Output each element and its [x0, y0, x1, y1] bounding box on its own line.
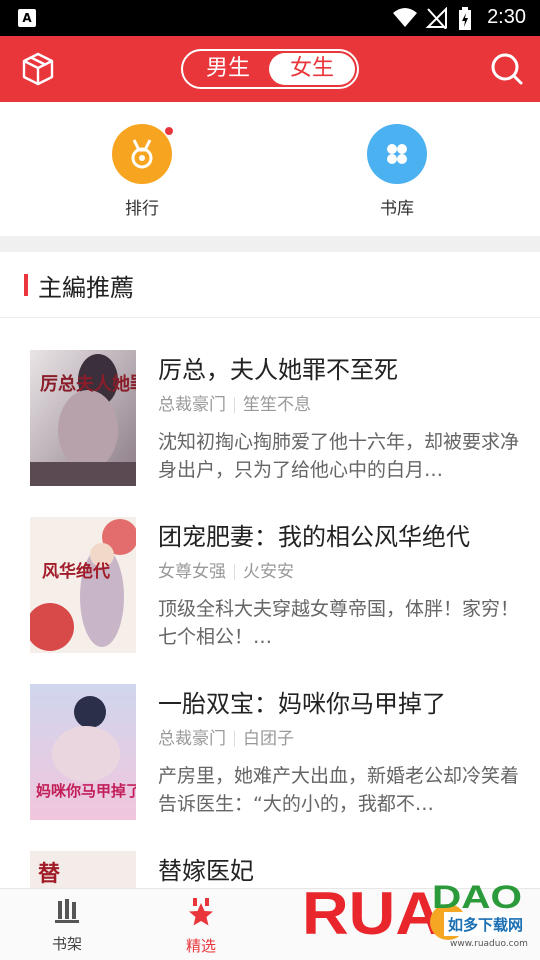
book-meta: 总裁豪门 白团子: [158, 724, 294, 749]
featured-star-icon: [189, 898, 213, 926]
book-author[interactable]: 火安安: [243, 562, 294, 582]
gender-toggle: 男生 女生: [181, 49, 359, 89]
book-cover[interactable]: 替: [30, 851, 136, 888]
book-title[interactable]: 一胎双宝：妈咪你马甲掉了: [158, 684, 446, 719]
no-signal-icon: [425, 7, 447, 29]
tab-label: 书架: [51, 935, 82, 953]
meta-separator: [234, 397, 235, 413]
book-meta: 女尊女强 火安安: [158, 557, 294, 582]
notification-app-icon: A: [18, 9, 36, 27]
meta-separator: [234, 564, 235, 580]
book-category[interactable]: 总裁豪门: [158, 729, 226, 749]
book-category[interactable]: 总裁豪门: [158, 395, 226, 415]
book-box-icon[interactable]: [22, 52, 54, 86]
grid-icon: [367, 124, 427, 184]
watermark-subtitle: 如多下载网: [448, 916, 523, 934]
book-cover[interactable]: 妈咪你马甲掉了: [30, 684, 136, 820]
tab-male[interactable]: 男生: [185, 53, 271, 85]
wifi-icon: [393, 8, 417, 27]
book-description: 产房里，她难产大出血，新婚老公却冷笑着告诉医生：“大的小的，我都不…: [158, 765, 520, 815]
cover-title-text: 风华绝代: [42, 561, 110, 582]
svg-text:RUA: RUA: [302, 880, 442, 947]
battery-charging-icon: [459, 7, 471, 30]
book-title[interactable]: 团宠肥妻：我的相公风华绝代: [158, 517, 470, 552]
watermark-logo: RUA DAO 如多下载网 www.ruaduo.com: [298, 860, 530, 956]
book-cover[interactable]: 厉总夫人她罪不至死: [30, 350, 136, 486]
book-description: 沈知初掏心掏肺爱了他十六年，却被要求净身出户，只为了给他心中的白月…: [158, 431, 520, 481]
section-title: 主編推薦: [38, 274, 134, 302]
book-item[interactable]: 厉总夫人她罪不至死 厉总，夫人她罪不至死 总裁豪门笙笙不息 沈知初掏心掏肺爱了他…: [0, 350, 540, 516]
section-header: 主編推薦: [0, 252, 540, 318]
library-link[interactable]: 书库: [347, 124, 447, 219]
cover-title-text: 厉总夫人她罪不至死: [40, 373, 136, 395]
status-bar: A 2:30: [0, 0, 540, 36]
tab-featured[interactable]: 精选: [156, 897, 246, 956]
tab-female[interactable]: 女生: [269, 53, 355, 85]
status-time: 2:30: [487, 6, 526, 28]
medal-icon: [112, 124, 174, 184]
book-title[interactable]: 替嫁医妃: [158, 851, 254, 886]
top-header: 男生 女生: [0, 36, 540, 102]
cover-title-text: 妈咪你马甲掉了: [36, 782, 136, 800]
book-author[interactable]: 笙笙不息: [243, 395, 311, 415]
quick-links: 排行 书库: [0, 102, 540, 236]
quick-link-label: 排行: [125, 199, 159, 219]
notification-dot: [164, 126, 174, 136]
book-category[interactable]: 女尊女强: [158, 562, 226, 582]
book-cover[interactable]: 风华绝代: [30, 517, 136, 653]
cover-title-text: 替: [38, 861, 60, 887]
ranking-link[interactable]: 排行: [92, 124, 192, 219]
meta-separator: [234, 731, 235, 747]
section-divider: [0, 236, 540, 252]
book-meta: 总裁豪门 笙笙不息: [158, 390, 311, 415]
section-accent-bar: [24, 274, 28, 296]
book-item[interactable]: 妈咪你马甲掉了 一胎双宝：妈咪你马甲掉了 总裁豪门 白团子 产房里，她难产大出血，…: [0, 684, 540, 850]
watermark-url: www.ruaduo.com: [450, 939, 528, 949]
bookshelf-icon: [55, 899, 79, 923]
book-item[interactable]: 风华绝代 团宠肥妻：我的相公风华绝代 女尊女强 火安安 顶级全科大夫穿越女尊帝国，…: [0, 517, 540, 683]
book-author[interactable]: 白团子: [243, 729, 294, 749]
quick-link-label: 书库: [380, 199, 414, 219]
search-icon[interactable]: [490, 52, 524, 86]
tab-label: 精选: [185, 937, 216, 955]
svg-text:DAO: DAO: [432, 879, 522, 915]
book-description: 顶级全科大夫穿越女尊帝国，体胖！家穷！七个相公！…: [158, 598, 520, 648]
book-title[interactable]: 厉总，夫人她罪不至死: [158, 350, 398, 385]
tab-bookshelf[interactable]: 书架: [22, 897, 112, 954]
